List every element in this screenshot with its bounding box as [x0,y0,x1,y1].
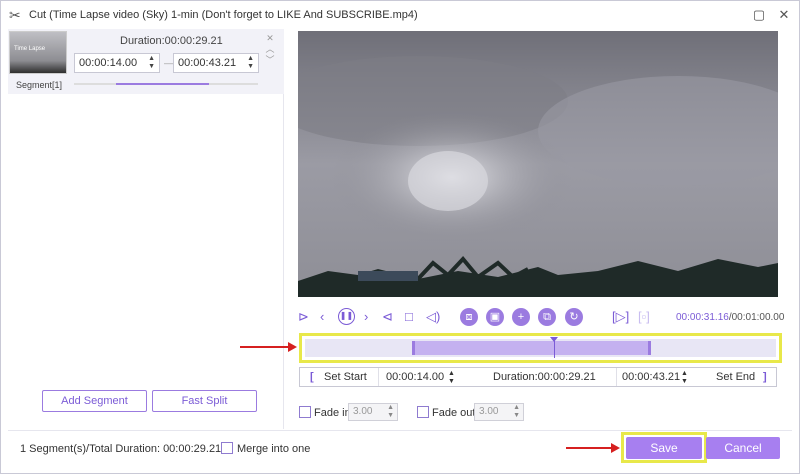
range-separator: — [164,58,173,68]
fade-in-checkbox[interactable] [299,406,311,418]
scissors-icon: ✂ [9,7,21,23]
fade-in-value: 3.00 [353,406,373,417]
cancel-button[interactable]: Cancel [706,437,780,459]
save-button[interactable]: Save [626,437,702,459]
reset-icon[interactable]: ↻ [565,308,583,326]
start-bracket-icon: [ [310,371,314,383]
add-icon[interactable]: + [512,308,530,326]
current-time: 00:00:31.16 [676,312,729,323]
preview-segment-icon[interactable]: [▫] [638,309,650,325]
playhead-icon[interactable] [550,337,558,342]
segment-end-value: 00:00:43.21 [178,57,237,69]
segment-progress-fill [116,83,209,85]
segment-thumbnail: Time Lapse [9,31,67,74]
segment-start-value: 00:00:14.00 [79,57,138,69]
add-segment-button[interactable]: Add Segment [42,390,147,412]
arrow-head-icon [611,443,620,453]
duration-readout: Duration:00:00:29.21 [493,371,596,383]
divider [378,368,379,386]
segment-end-input[interactable]: 00:00:43.21 ▲ ▼ [173,53,259,73]
set-end-button[interactable]: Set End [716,368,755,386]
segment-start-input[interactable]: 00:00:14.00 ▲ ▼ [74,53,160,73]
segment-side-controls: ✕ ︿ ﹀ [264,33,276,66]
segment-duration: Duration:00:00:29.21 [120,35,223,47]
end-time-stepper-icon[interactable]: ▲ ▼ [681,370,688,388]
split-icon[interactable]: ⧈ [460,308,478,326]
fade-in-stepper-icon[interactable]: ▲ ▼ [387,404,394,420]
play-segment-icon[interactable]: [▷] [612,309,629,325]
merge-label: Merge into one [237,443,311,455]
segment-summary: 1 Segment(s)/Total Duration: 00:00:29.21 [20,443,222,455]
annotation-arrow-save [566,447,612,449]
video-frame [298,31,778,297]
fade-out-value: 3.00 [479,406,499,417]
maximize-icon[interactable]: ▢ [749,5,769,25]
fade-out-stepper-icon[interactable]: ▲ ▼ [513,404,520,420]
segment-label: Segment[1] [16,80,63,90]
stop-icon[interactable]: □ [405,309,413,325]
window-title: Cut (Time Lapse video (Sky) 1-min (Don't… [29,9,418,21]
fast-split-button[interactable]: Fast Split [152,390,257,412]
move-up-icon[interactable]: ︿ [264,44,276,55]
video-preview [298,31,778,297]
pause-icon[interactable]: ❚❚ [338,308,355,325]
selected-range[interactable] [412,341,651,355]
end-bracket-icon: ] [763,371,767,383]
previous-frame-icon[interactable]: ‹ [320,309,324,325]
set-start-button[interactable]: Set Start [324,368,367,386]
playback-controls: ⊳ ‹ ❚❚ › ⊲ □ ◁) ⧈ ▣ + ⧉ ↻ [▷] [▫] 00:00:… [290,300,790,334]
start-time-field[interactable]: 00:00:14.00 [386,368,444,386]
trim-controls-row: [ Set Start 00:00:14.00 ▲ ▼ Duration:00:0… [299,367,777,387]
fade-out-label: Fade out [432,407,476,419]
timeline-track[interactable] [305,337,776,358]
end-stepper-icon[interactable]: ▲ ▼ [247,55,254,71]
start-time-stepper-icon[interactable]: ▲ ▼ [448,370,455,388]
copy-icon[interactable]: ⧉ [538,308,556,326]
snapshot-icon[interactable]: ▣ [486,308,504,326]
divider [616,368,617,386]
start-stepper-icon[interactable]: ▲ ▼ [148,55,155,71]
fade-out-input[interactable]: 3.00 ▲ ▼ [474,403,524,421]
footer-divider [8,430,792,431]
move-down-icon[interactable]: ﹀ [264,55,276,66]
close-icon[interactable]: ✕ [774,5,794,25]
fade-in-input[interactable]: 3.00 ▲ ▼ [348,403,398,421]
go-to-start-icon[interactable]: ⊳ [298,309,309,325]
time-readout: 00:00:31.16/00:01:00.00 [676,310,784,326]
arrow-head-icon [288,342,297,352]
fade-in-label: Fade in [314,407,351,419]
next-frame-icon[interactable]: › [364,309,368,325]
thumbnail-caption: Time Lapse [14,46,46,52]
remove-segment-icon[interactable]: ✕ [264,33,276,44]
timeline-highlight [299,333,782,363]
title-bar: ✂ Cut (Time Lapse video (Sky) 1-min (Don… [1,1,799,29]
annotation-arrow-timeline [240,346,288,348]
fade-out-checkbox[interactable] [417,406,429,418]
go-to-end-icon[interactable]: ⊲ [382,309,393,325]
end-time-field[interactable]: 00:00:43.21 [622,368,680,386]
merge-checkbox[interactable] [221,442,233,454]
total-time: /00:01:00.00 [728,312,785,323]
volume-icon[interactable]: ◁) [426,309,440,325]
